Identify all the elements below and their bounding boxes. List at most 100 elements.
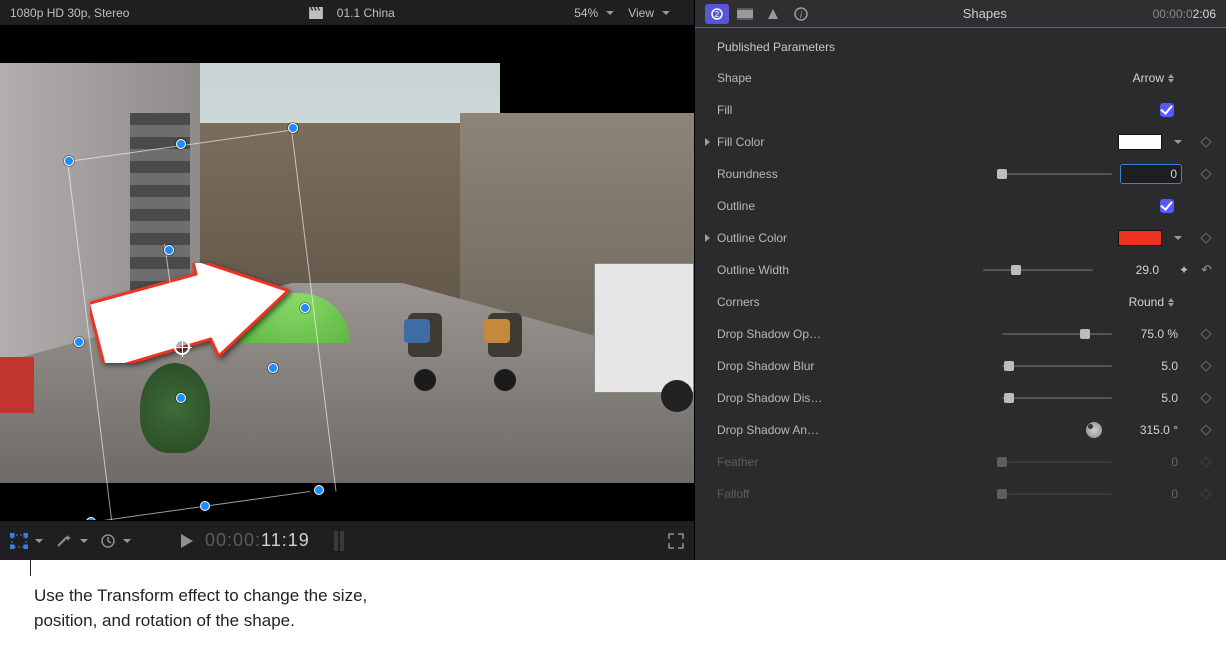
transform-handle[interactable] <box>200 501 210 511</box>
param-drop-shadow-opacity: Drop Shadow Op… 75.0 % <box>695 318 1226 350</box>
keyframe-button[interactable] <box>1200 232 1212 244</box>
param-group-header: Published Parameters <box>695 34 1226 62</box>
view-menu[interactable]: View <box>628 6 670 20</box>
inspector-timecode: 00:00:02:06 <box>1153 7 1216 21</box>
dso-value[interactable]: 75.0 % <box>1120 325 1182 343</box>
fill-color-swatch[interactable] <box>1118 134 1162 150</box>
keyframe-added-icon[interactable]: ✦ <box>1179 263 1189 277</box>
keyframe-button[interactable] <box>1200 392 1212 404</box>
fill-checkbox[interactable] <box>1160 103 1174 117</box>
zoom-menu[interactable]: 54% <box>574 6 614 20</box>
param-feather: Feather 0 <box>695 446 1226 478</box>
chevron-down-icon <box>123 539 131 543</box>
param-fill-color: Fill Color <box>695 126 1226 158</box>
transform-handle[interactable] <box>176 393 186 403</box>
transform-handle[interactable] <box>176 139 186 149</box>
zoom-value: 54% <box>574 6 598 20</box>
roundness-value[interactable]: 0 <box>1120 164 1182 184</box>
transform-handle[interactable] <box>268 363 278 373</box>
outline-width-value[interactable]: 29.0 <box>1101 261 1163 279</box>
keyframe-button[interactable] <box>1200 136 1212 148</box>
clip-name: 01.1 China <box>337 6 395 20</box>
dsd-value[interactable]: 5.0 <box>1120 389 1182 407</box>
keyframe-button[interactable] <box>1200 168 1212 180</box>
transform-tool[interactable] <box>10 533 43 549</box>
param-label: Roundness <box>717 167 857 181</box>
popup-value: Round <box>1129 295 1164 309</box>
inspector-tab-generator[interactable]: 2 <box>705 4 729 24</box>
feather-slider <box>1002 455 1112 469</box>
param-label: Corners <box>717 295 857 309</box>
param-label: Shape <box>717 71 857 85</box>
param-label: Fill <box>717 103 857 117</box>
chevron-down-icon <box>80 539 88 543</box>
timecode-bright: 11:19 <box>261 530 310 550</box>
app-frame: 1080p HD 30p, Stereo 01.1 China 54% View <box>0 0 1226 560</box>
transform-handle[interactable] <box>64 156 74 166</box>
inspector-tab-color[interactable] <box>761 4 785 24</box>
inspector-body[interactable]: Published Parameters Shape Arrow Fill Fi… <box>695 28 1226 560</box>
param-label: Drop Shadow Dis… <box>717 391 857 405</box>
param-corners: Corners Round <box>695 286 1226 318</box>
dsb-value[interactable]: 5.0 <box>1120 357 1182 375</box>
svg-text:2: 2 <box>715 10 720 19</box>
retime-tool[interactable] <box>100 533 131 549</box>
outline-color-swatch[interactable] <box>1118 230 1162 246</box>
keyframe-button <box>1200 488 1212 500</box>
popup-value: Arrow <box>1133 71 1164 85</box>
viewer-canvas[interactable] <box>0 26 694 520</box>
enhance-tool[interactable] <box>55 533 88 549</box>
timecode-bright: 2:06 <box>1193 7 1216 21</box>
transform-handle[interactable] <box>86 517 96 520</box>
falloff-value: 0 <box>1120 485 1182 503</box>
viewer-timecode[interactable]: 00:00:11:19 <box>205 530 310 551</box>
roundness-slider[interactable] <box>1002 167 1112 181</box>
dso-slider[interactable] <box>1002 327 1112 341</box>
caption-callout: Use the Transform effect to change the s… <box>0 560 1226 633</box>
inspector-pane: 2 i Shapes 00:00:02:06 Published Paramet… <box>694 0 1226 560</box>
clip-format: 1080p HD 30p, Stereo <box>10 6 129 20</box>
play-button[interactable] <box>181 534 193 548</box>
keyframe-button[interactable] <box>1200 328 1212 340</box>
transform-handle[interactable] <box>314 485 324 495</box>
bounds-line <box>82 491 310 520</box>
reset-button[interactable]: ↶ <box>1201 262 1212 278</box>
stepper-icon <box>1168 74 1174 83</box>
corners-popup[interactable]: Round <box>1129 295 1174 309</box>
timecode-dim: 00:00: <box>205 530 261 550</box>
param-roundness: Roundness 0 <box>695 158 1226 190</box>
param-label: Falloff <box>717 487 857 501</box>
rotate-handle[interactable] <box>164 245 174 255</box>
clapper-icon <box>309 7 323 19</box>
transform-handle[interactable] <box>288 123 298 133</box>
keyframe-button[interactable] <box>1200 424 1212 436</box>
transform-handle[interactable] <box>300 303 310 313</box>
inspector-tab-video[interactable] <box>733 4 757 24</box>
keyframe-button[interactable] <box>1200 360 1212 372</box>
outline-width-slider[interactable] <box>983 263 1093 277</box>
param-drop-shadow-distance: Drop Shadow Dis… 5.0 <box>695 382 1226 414</box>
transform-handle[interactable] <box>74 337 84 347</box>
disclosure-icon[interactable] <box>705 138 710 146</box>
keyframe-button <box>1200 456 1212 468</box>
pivot-point[interactable] <box>174 339 190 355</box>
dsa-value[interactable]: 315.0 ° <box>1110 421 1182 439</box>
viewer-toolbar: 00:00:11:19 <box>0 520 694 560</box>
dsb-slider[interactable] <box>1002 359 1112 373</box>
param-outline-width: Outline Width 29.0 ✦ ↶ <box>695 254 1226 286</box>
param-drop-shadow-angle: Drop Shadow An… 315.0 ° <box>695 414 1226 446</box>
disclosure-icon[interactable] <box>705 234 710 242</box>
shape-arrow[interactable] <box>90 263 290 363</box>
chevron-down-icon <box>35 539 43 543</box>
inspector-tab-info[interactable]: i <box>789 4 813 24</box>
param-label: Drop Shadow Blur <box>717 359 857 373</box>
fullscreen-button[interactable] <box>668 533 684 549</box>
color-menu-chevron[interactable] <box>1174 140 1182 144</box>
color-menu-chevron[interactable] <box>1174 236 1182 240</box>
dsd-slider[interactable] <box>1002 391 1112 405</box>
audio-meter <box>334 531 344 551</box>
angle-dial[interactable] <box>1086 422 1102 438</box>
outline-checkbox[interactable] <box>1160 199 1174 213</box>
shape-popup[interactable]: Arrow <box>1133 71 1174 85</box>
param-label: Drop Shadow Op… <box>717 327 857 341</box>
